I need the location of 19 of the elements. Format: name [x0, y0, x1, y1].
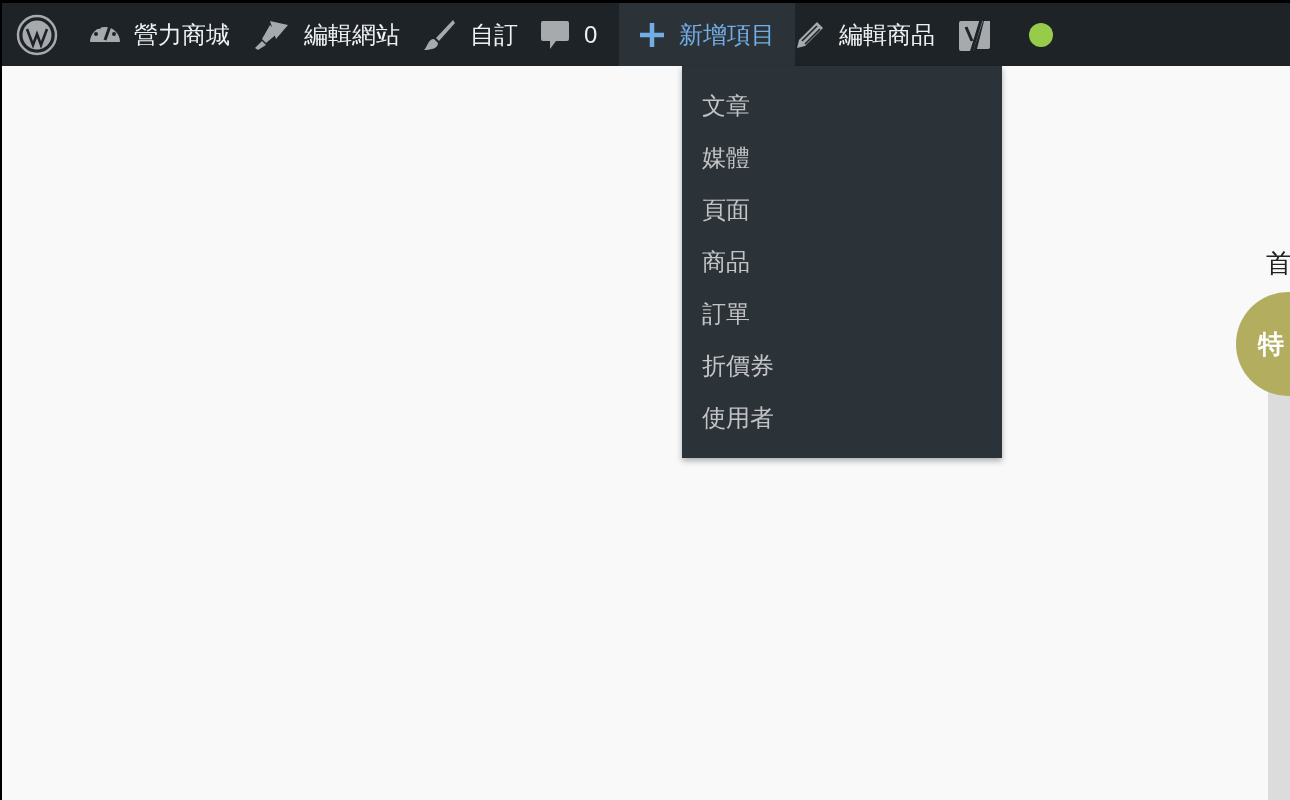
dropdown-item[interactable]: 使用者 [682, 392, 1002, 444]
dropdown-item[interactable]: 頁面 [682, 184, 1002, 236]
wordpress-logo-icon[interactable] [16, 13, 58, 56]
sale-badge: 特 [1236, 292, 1290, 396]
plus-menu-item[interactable]: 新增項目 [619, 3, 796, 66]
comments-menu-item[interactable]: 0 [540, 3, 620, 66]
dropdown-item[interactable]: 媒體 [682, 132, 1002, 184]
dropdown-item[interactable]: 商品 [682, 236, 1002, 288]
dropdown-item[interactable]: 文章 [682, 80, 1002, 132]
pencil-icon [795, 19, 826, 50]
plus-icon [639, 21, 666, 48]
dropdown-item[interactable]: 折價券 [682, 340, 1002, 392]
gauge-icon [90, 27, 120, 42]
paint-menu-item[interactable]: 自訂 [422, 3, 540, 66]
speech-bubble-icon [540, 18, 570, 51]
dropdown-item[interactable]: 訂單 [682, 288, 1002, 340]
pencil-menu-item[interactable]: 編輯商品 [795, 3, 958, 66]
brush-menu-item[interactable]: 編輯網站 [252, 3, 422, 66]
dashboard-menu-item[interactable]: 營力商城 [90, 3, 252, 66]
